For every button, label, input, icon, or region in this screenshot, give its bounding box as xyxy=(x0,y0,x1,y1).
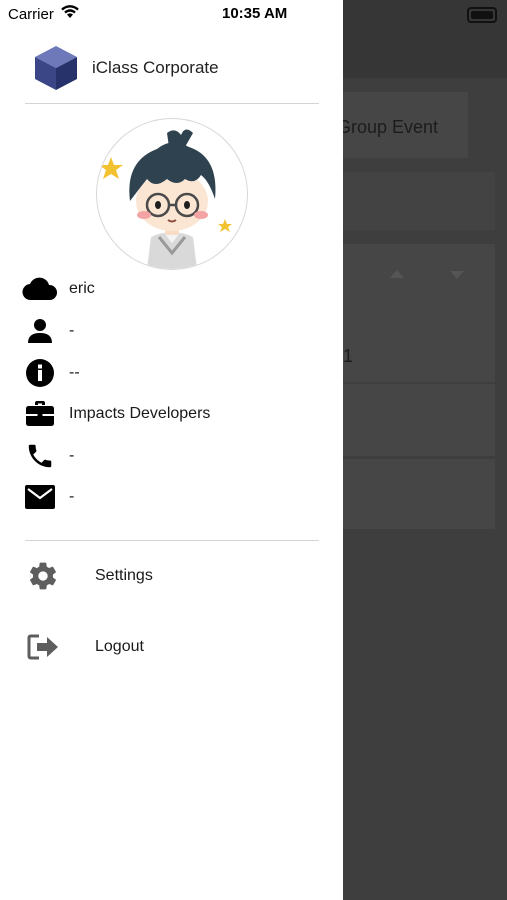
profile-username: eric xyxy=(69,280,95,297)
sort-down-icon xyxy=(450,271,464,279)
background-row xyxy=(330,459,495,529)
person-icon xyxy=(22,316,58,346)
profile-row-phone: - xyxy=(22,441,74,471)
sort-up-icon xyxy=(390,270,404,278)
wifi-icon xyxy=(60,5,80,23)
mail-icon xyxy=(22,482,58,512)
profile-row-info: -- xyxy=(22,358,80,388)
logout-label: Logout xyxy=(95,638,144,655)
background-row xyxy=(330,384,495,456)
logout-icon xyxy=(24,628,62,666)
avatar xyxy=(96,118,248,270)
cloud-icon xyxy=(22,274,58,304)
background-row-value: 1 xyxy=(343,346,354,366)
cube-logo-icon xyxy=(33,44,79,92)
profile-name: - xyxy=(69,322,75,339)
settings-label: Settings xyxy=(95,567,153,584)
profile-phone: - xyxy=(69,447,75,464)
background-card-label: Group Event xyxy=(337,117,439,137)
info-icon xyxy=(22,358,58,388)
status-bar: Carrier 10:35 AM xyxy=(0,0,343,28)
phone-icon xyxy=(22,441,58,471)
menu-item-settings[interactable]: Settings xyxy=(24,556,284,596)
profile-email: - xyxy=(69,488,75,505)
profile-row-company: Impacts Developers xyxy=(22,399,210,429)
background-table xyxy=(330,244,495,382)
profile-company: Impacts Developers xyxy=(69,405,211,422)
profile-row-username: eric xyxy=(22,274,95,304)
menu-item-logout[interactable]: Logout xyxy=(24,627,284,667)
divider xyxy=(25,103,319,104)
background-panel xyxy=(330,172,495,230)
divider xyxy=(25,540,319,541)
briefcase-icon xyxy=(22,399,58,429)
app-title: iClass Corporate xyxy=(92,58,219,77)
profile-info: -- xyxy=(69,364,80,381)
gear-icon xyxy=(24,557,62,595)
profile-row-email: - xyxy=(22,482,74,512)
clock-label: 10:35 AM xyxy=(222,5,288,22)
battery-icon xyxy=(467,7,497,23)
profile-row-name: - xyxy=(22,316,74,346)
carrier-label: Carrier xyxy=(8,6,54,23)
navigation-drawer: Carrier 10:35 AM iClass Corporate eric -… xyxy=(0,0,343,900)
